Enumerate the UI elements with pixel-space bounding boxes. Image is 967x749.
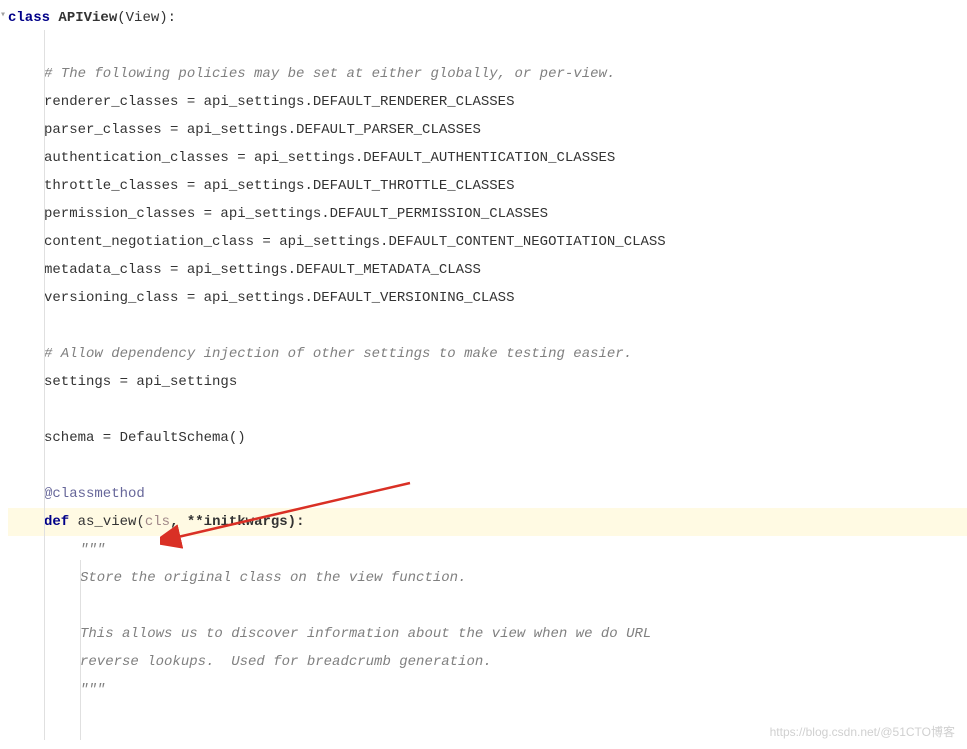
- code-line-assignment: permission_classes = api_settings.DEFAUL…: [8, 200, 967, 228]
- blank-line: [8, 592, 967, 620]
- code-line-comment: # Allow dependency injection of other se…: [8, 340, 967, 368]
- comment-text: # Allow dependency injection of other se…: [44, 346, 632, 362]
- docstring-text: Store the original class on the view fun…: [80, 570, 466, 586]
- method-name: as_view: [78, 514, 137, 530]
- code-line-docstring: This allows us to discover information a…: [8, 620, 967, 648]
- code-line-assignment: renderer_classes = api_settings.DEFAULT_…: [8, 88, 967, 116]
- blank-line: [8, 452, 967, 480]
- code-line-assignment: authentication_classes = api_settings.DE…: [8, 144, 967, 172]
- code-line-assignment: throttle_classes = api_settings.DEFAULT_…: [8, 172, 967, 200]
- keyword-def: def: [44, 514, 69, 530]
- code-line-assignment: settings = api_settings: [8, 368, 967, 396]
- code-line-docstring: Store the original class on the view fun…: [8, 564, 967, 592]
- indent-guide: [80, 560, 81, 740]
- method-params: , **initkwargs):: [170, 514, 304, 530]
- code-line-assignment: versioning_class = api_settings.DEFAULT_…: [8, 284, 967, 312]
- code-line-assignment: metadata_class = api_settings.DEFAULT_ME…: [8, 256, 967, 284]
- code-line-assignment: schema = DefaultSchema(): [8, 424, 967, 452]
- param-cls: cls: [145, 514, 170, 530]
- decorator-text: @classmethod: [44, 486, 145, 502]
- code-line-assignment: parser_classes = api_settings.DEFAULT_PA…: [8, 116, 967, 144]
- fold-marker-icon[interactable]: ▾: [0, 6, 6, 26]
- class-base: (View):: [117, 10, 176, 26]
- comment-text: # The following policies may be set at e…: [44, 66, 615, 82]
- code-line-comment: # The following policies may be set at e…: [8, 60, 967, 88]
- code-line-docstring: reverse lookups. Used for breadcrumb gen…: [8, 648, 967, 676]
- class-name: APIView: [58, 10, 117, 26]
- docstring-open: """: [80, 542, 105, 558]
- code-line-assignment: content_negotiation_class = api_settings…: [8, 228, 967, 256]
- keyword-class: class: [8, 10, 50, 26]
- code-line-class-def: class APIView(View):: [8, 4, 967, 32]
- docstring-close: """: [80, 682, 105, 698]
- code-editor: ▾ class APIView(View): # The following p…: [0, 0, 967, 708]
- indent-guide: [44, 30, 45, 740]
- blank-line: [8, 32, 967, 60]
- docstring-text: This allows us to discover information a…: [80, 626, 651, 642]
- blank-line: [8, 312, 967, 340]
- code-line-decorator: @classmethod: [8, 480, 967, 508]
- watermark-text: https://blog.csdn.net/@51CTO博客: [770, 720, 955, 744]
- blank-line: [8, 396, 967, 424]
- code-line-docstring: """: [8, 536, 967, 564]
- code-line-docstring: """: [8, 676, 967, 704]
- docstring-text: reverse lookups. Used for breadcrumb gen…: [80, 654, 492, 670]
- code-line-method-def: def as_view(cls, **initkwargs):: [8, 508, 967, 536]
